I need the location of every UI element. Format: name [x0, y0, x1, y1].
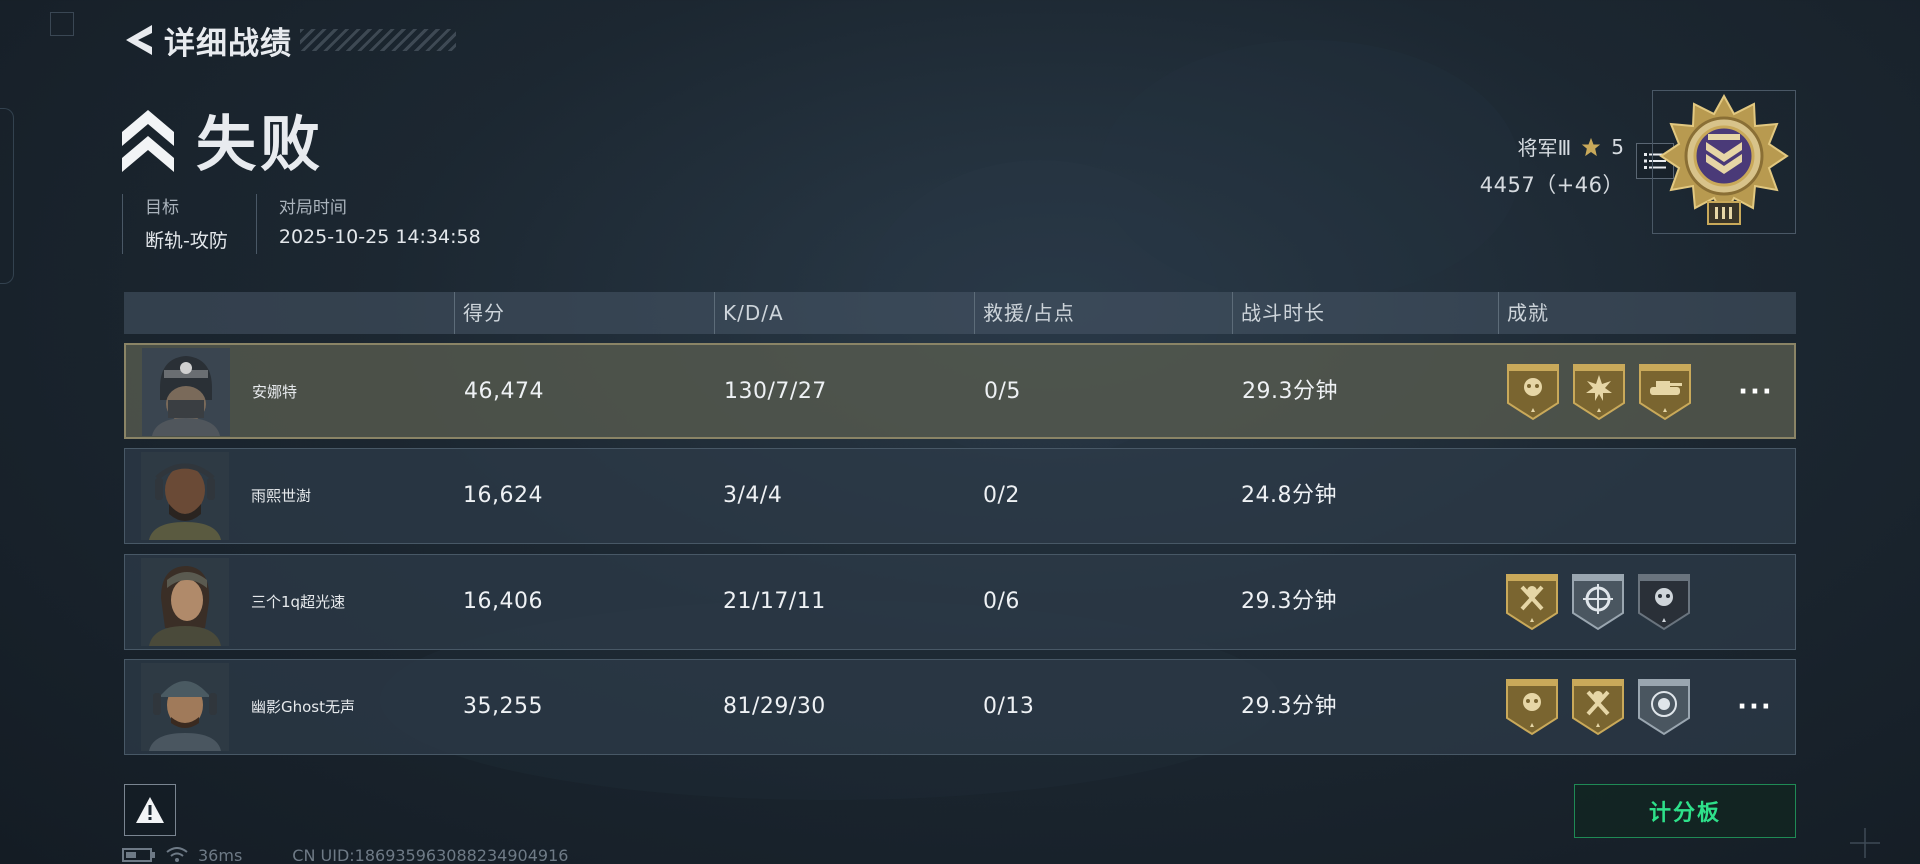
score-value: 46,474	[464, 379, 544, 404]
general-rank-medal-icon	[1659, 94, 1789, 225]
silver-target-badge-icon[interactable]	[1571, 573, 1625, 631]
crosshair-icon	[1850, 828, 1880, 858]
objective-value: 断轨-攻防	[145, 230, 228, 252]
match-result: 失败	[122, 96, 324, 183]
result-title: 失败	[196, 110, 324, 180]
match-time-label: 对局时间	[278, 198, 347, 218]
table-row[interactable]: 安娜特 46,474 130/7/27 0/5 29.3分钟 ···	[124, 343, 1796, 439]
page-title: 详细战绩	[164, 25, 292, 62]
score-value: 16,406	[463, 589, 543, 614]
background-shape	[1100, 40, 1520, 300]
table-row[interactable]: 幽影Ghost无声 35,255 81/29/30 0/13 29.3分钟 ··…	[124, 659, 1796, 755]
avatar	[141, 452, 229, 540]
wifi-icon	[166, 847, 188, 862]
kda-value: 3/4/4	[723, 483, 783, 508]
ping-value: 36ms	[198, 845, 243, 864]
status-bar: 36ms CN UID:18693596308823490491​6	[122, 846, 568, 864]
back-arrow-icon	[126, 25, 152, 55]
star-icon	[1582, 137, 1601, 156]
achievement-badges	[1505, 678, 1691, 736]
duration-value: 24.8分钟	[1241, 483, 1337, 508]
rescue-value: 0/13	[983, 694, 1035, 719]
objective-label: 目标	[145, 198, 179, 218]
corner-frame	[50, 12, 74, 36]
column-header-kda: K/D/A	[714, 292, 784, 334]
column-header-score: 得分	[454, 292, 505, 334]
report-button[interactable]	[124, 784, 176, 836]
gold-tank-badge-icon[interactable]	[1638, 363, 1692, 421]
player-name: 三个1q超光速	[251, 593, 346, 611]
objective-info: 目标 断轨-攻防	[122, 194, 256, 254]
rescue-value: 0/2	[983, 483, 1020, 508]
table-row[interactable]: 三个1q超光速 16,406 21/17/11 0/6 29.3分钟	[124, 554, 1796, 650]
rescue-value: 0/5	[984, 379, 1021, 404]
duration-value: 29.3分钟	[1241, 589, 1337, 614]
rank-medal[interactable]	[1652, 90, 1796, 234]
kda-value: 21/17/11	[723, 589, 826, 614]
rank-info: 将军Ⅲ 5 4457（+46）	[1480, 132, 1624, 199]
table-row[interactable]: 雨熙世澍 16,624 3/4/4 0/2 24.8分钟	[124, 448, 1796, 544]
player-name: 雨熙世澍	[251, 487, 312, 505]
more-options-button[interactable]: ···	[1726, 345, 1786, 439]
duration-value: 29.3分钟	[1242, 379, 1338, 404]
match-time-info: 对局时间 2025-10-25 14:34:58	[255, 194, 509, 254]
battery-icon	[122, 848, 155, 862]
score-value: 35,255	[463, 694, 543, 719]
match-time-value: 2025-10-25 14:34:58	[278, 226, 481, 248]
achievement-badges	[1506, 363, 1692, 421]
gold-axes-badge-icon[interactable]	[1505, 573, 1559, 631]
avatar	[141, 558, 229, 646]
rescue-value: 0/6	[983, 589, 1020, 614]
player-name: 安娜特	[252, 383, 298, 401]
gold-skull-badge-icon[interactable]	[1505, 678, 1559, 736]
gold-burst-badge-icon[interactable]	[1572, 363, 1626, 421]
gold-skull-badge-icon[interactable]	[1506, 363, 1560, 421]
rank-points: 4457（+46）	[1479, 173, 1624, 197]
player-uid: CN UID:18693596308823490491​6	[292, 845, 569, 864]
achievement-badges	[1505, 573, 1691, 631]
side-drawer-handle[interactable]	[0, 108, 14, 284]
avatar	[142, 348, 230, 436]
silver-skull-target-badge-icon[interactable]	[1637, 678, 1691, 736]
scoreboard-button[interactable]: 计分板	[1574, 784, 1796, 838]
player-name: 幽影Ghost无声	[251, 698, 356, 716]
rank-stars: 5	[1611, 134, 1624, 159]
dark-skull-badge-icon[interactable]	[1637, 573, 1691, 631]
column-header-achievements: 成就	[1498, 292, 1549, 334]
page-header: 详细战绩	[122, 18, 456, 62]
table-header: 得分 K/D/A 救援/占点 战斗时长 成就	[124, 292, 1796, 334]
duration-value: 29.3分钟	[1241, 694, 1337, 719]
column-header-rescue: 救援/占点	[974, 292, 1075, 334]
warning-icon	[136, 797, 164, 823]
column-header-duration: 战斗时长	[1232, 292, 1325, 334]
double-chevron-up-icon	[122, 109, 174, 172]
score-value: 16,624	[463, 483, 543, 508]
avatar	[141, 663, 229, 751]
more-options-button[interactable]: ···	[1725, 660, 1785, 754]
gold-axes-badge-icon[interactable]	[1571, 678, 1625, 736]
back-button[interactable]	[122, 22, 156, 58]
header-decoration	[300, 29, 456, 51]
kda-value: 81/29/30	[723, 694, 826, 719]
rank-name: 将军Ⅲ	[1517, 136, 1572, 160]
kda-value: 130/7/27	[724, 379, 827, 404]
match-meta: 目标 断轨-攻防 对局时间 2025-10-25 14:34:58	[122, 194, 509, 254]
